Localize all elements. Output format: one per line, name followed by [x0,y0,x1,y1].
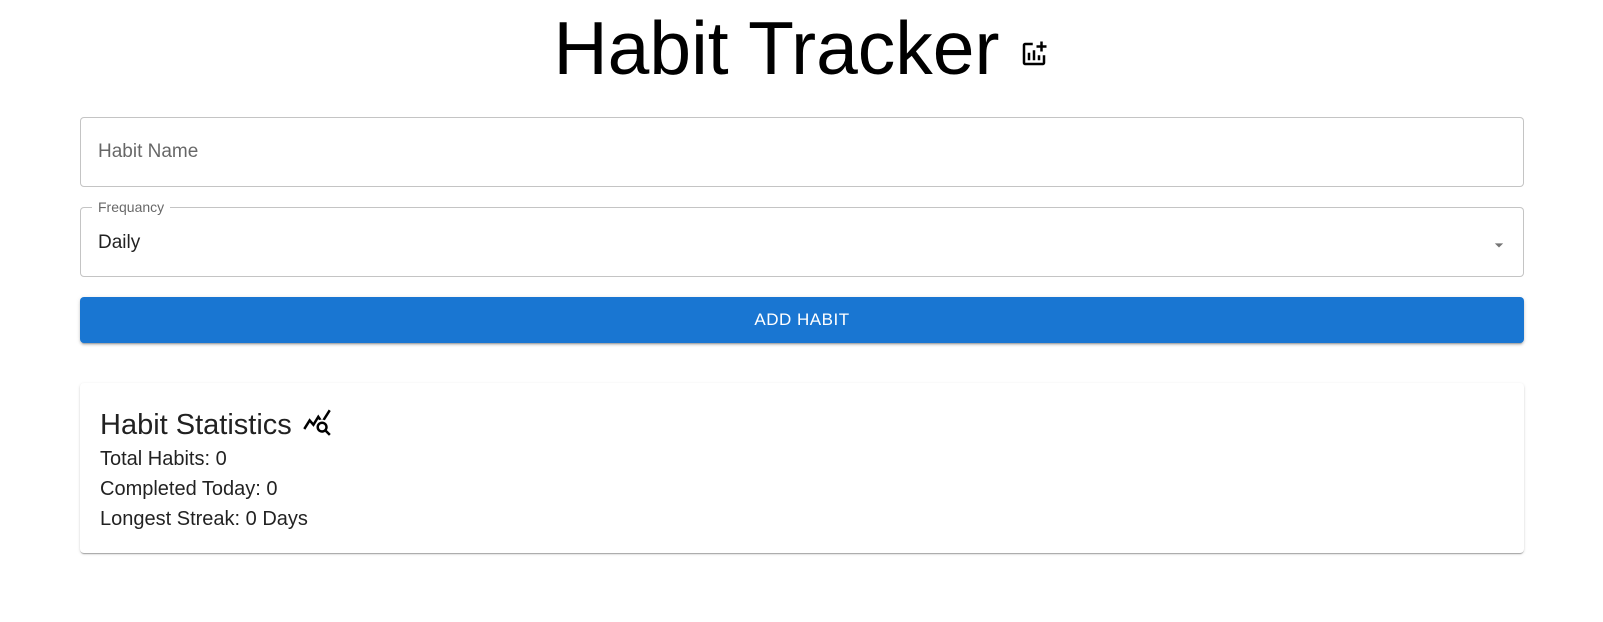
stat-label: Completed Today: [100,478,261,500]
add-habit-button[interactable]: ADD HABIT [80,297,1524,343]
habit-tracker-page: Habit Tracker Frequancy Daily ADD HABIT … [0,0,1603,622]
stat-completed-today: Completed Today: 0 [100,474,1504,504]
add-chart-icon [1019,39,1049,69]
stat-value: 0 [215,448,227,470]
stat-unit: Days [262,508,308,530]
stats-title: Habit Statistics [100,408,292,441]
page-title: Habit Tracker [553,5,1000,90]
query-stats-icon [302,407,332,437]
stat-value: 0 [266,478,278,500]
stat-label: Total Habits: [100,448,211,470]
header: Habit Tracker [0,0,1603,96]
stats-header: Habit Statistics [100,406,1504,444]
stat-value: 0 [245,508,257,530]
frequency-select[interactable]: Frequancy Daily [80,198,1524,277]
frequency-selected-value: Daily [98,232,141,253]
habit-name-input[interactable] [81,118,1523,186]
stat-total-habits: Total Habits: 0 [100,444,1504,474]
stat-longest-streak: Longest Streak: 0 Days [100,504,1504,534]
arrow-drop-down-icon[interactable] [1489,235,1509,255]
habit-name-field[interactable] [80,117,1524,187]
stat-label: Longest Streak: [100,508,241,530]
habit-statistics-card: Habit Statistics Total Habits: 0 Complet… [80,383,1524,553]
